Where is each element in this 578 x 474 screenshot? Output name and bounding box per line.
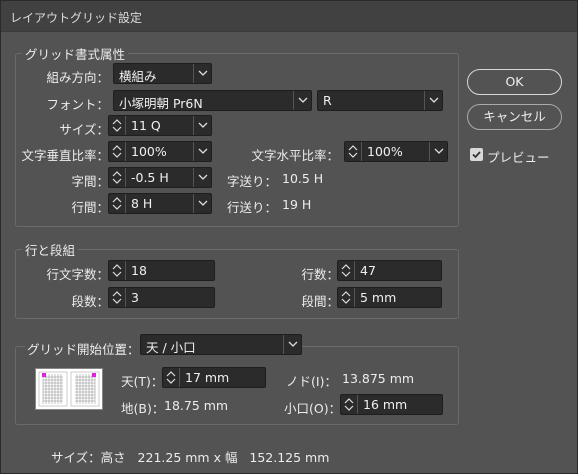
horizontal-scale-stepper[interactable]: 100%	[344, 141, 448, 162]
ok-button[interactable]: OK	[467, 69, 562, 95]
stepper-arrows-icon[interactable]	[109, 261, 126, 280]
direction-label: 組み方向：	[46, 70, 109, 85]
char-advance-label: 字送り：	[227, 174, 278, 189]
font-style-dropdown[interactable]: R	[317, 90, 443, 111]
lines-value: 47	[360, 263, 376, 278]
top-stepper[interactable]: 17 mm	[162, 367, 266, 388]
chevron-down-icon[interactable]	[429, 142, 447, 161]
size-label: サイズ：	[59, 122, 109, 137]
preview-checkbox[interactable]	[470, 148, 483, 161]
lines-columns-label: 行と段組	[22, 240, 79, 259]
vertical-scale-value: 100%	[131, 144, 167, 159]
chars-per-line-stepper[interactable]: 18	[108, 260, 215, 281]
grid-start-dropdown[interactable]: 天 / 小口	[140, 334, 302, 355]
chevron-down-icon[interactable]	[193, 168, 211, 187]
vertical-scale-label: 文字垂直比率：	[21, 148, 109, 163]
char-advance-value: 10.5 H	[282, 171, 324, 186]
gutter-side-value: 13.875 mm	[342, 371, 415, 386]
fore-edge-label: 小口(O)：	[284, 401, 342, 416]
font-label: フォント：	[46, 97, 109, 112]
lines-label: 行数：	[301, 267, 339, 282]
gutter-stepper[interactable]: 5 mm	[337, 287, 442, 308]
line-spacing-value: 8 H	[131, 196, 153, 211]
stepper-arrows-icon[interactable]	[341, 395, 358, 414]
stepper-arrows-icon[interactable]	[163, 368, 180, 387]
vertical-scale-stepper[interactable]: 100%	[108, 141, 212, 162]
top-label: 天(T)：	[121, 374, 164, 389]
size-stepper[interactable]: 11 Q	[108, 115, 212, 136]
title-bar: レイアウトグリッド設定	[1, 1, 577, 32]
font-style-value: R	[323, 93, 332, 108]
chevron-down-icon[interactable]	[193, 64, 211, 83]
fore-edge-value: 16 mm	[363, 397, 408, 412]
line-spacing-label: 行間：	[71, 200, 109, 215]
stepper-arrows-icon[interactable]	[338, 288, 355, 307]
cancel-button[interactable]: キャンセル	[467, 104, 562, 130]
stepper-arrows-icon[interactable]	[109, 168, 126, 187]
columns-label: 段数：	[71, 294, 109, 309]
stepper-arrows-icon[interactable]	[345, 142, 362, 161]
gutter-side-label: ノド(I)：	[286, 374, 337, 389]
grid-start-label: グリッド開始位置：	[25, 339, 142, 358]
chevron-down-icon[interactable]	[193, 116, 211, 135]
gutter-label: 段間：	[301, 294, 339, 309]
stepper-arrows-icon[interactable]	[109, 142, 126, 161]
bottom-label: 地(B)：	[121, 401, 165, 416]
checkmark-icon	[472, 151, 481, 159]
chevron-down-icon[interactable]	[283, 335, 301, 354]
top-value: 17 mm	[185, 370, 230, 385]
bottom-value: 18.75 mm	[164, 398, 229, 413]
gutter-value: 5 mm	[360, 290, 397, 305]
chevron-down-icon[interactable]	[193, 142, 211, 161]
horizontal-scale-value: 100%	[367, 144, 403, 159]
line-advance-value: 19 H	[282, 197, 312, 212]
stepper-arrows-icon[interactable]	[109, 194, 126, 213]
line-spacing-stepper[interactable]: 8 H	[108, 193, 212, 214]
fore-edge-stepper[interactable]: 16 mm	[340, 394, 443, 415]
chevron-down-icon[interactable]	[193, 194, 211, 213]
grid-preview-thumbnail	[35, 368, 103, 410]
preview-label[interactable]: プレビュー	[487, 147, 550, 166]
chevron-down-icon[interactable]	[424, 91, 442, 110]
direction-value: 横組み	[119, 69, 157, 84]
grid-attributes-label: グリッド書式属性	[22, 44, 129, 63]
columns-stepper[interactable]: 3	[108, 287, 215, 308]
chevron-down-icon[interactable]	[293, 91, 311, 110]
stepper-arrows-icon[interactable]	[338, 261, 355, 280]
size-summary: サイズ：高さ 221.25 mm x 幅 152.125 mm	[51, 450, 330, 465]
stepper-arrows-icon[interactable]	[109, 288, 126, 307]
char-spacing-label: 字間：	[71, 174, 109, 189]
stepper-arrows-icon[interactable]	[109, 116, 126, 135]
window-title: レイアウトグリッド設定	[10, 11, 143, 25]
font-family-value: 小塚明朝 Pr6N	[119, 96, 203, 111]
lines-stepper[interactable]: 47	[337, 260, 442, 281]
chars-per-line-value: 18	[131, 263, 147, 278]
horizontal-scale-label: 文字水平比率：	[251, 148, 339, 163]
size-value: 11 Q	[131, 118, 161, 133]
char-spacing-value: -0.5 H	[131, 170, 169, 185]
font-family-dropdown[interactable]: 小塚明朝 Pr6N	[113, 90, 312, 111]
grid-start-value: 天 / 小口	[146, 340, 196, 355]
columns-value: 3	[131, 290, 139, 305]
direction-dropdown[interactable]: 横組み	[113, 63, 212, 84]
layout-grid-dialog: レイアウトグリッド設定 グリッド書式属性 組み方向： 横組み フォント： 小塚明…	[0, 0, 578, 474]
char-spacing-stepper[interactable]: -0.5 H	[108, 167, 212, 188]
chars-per-line-label: 行文字数：	[46, 267, 109, 282]
line-advance-label: 行送り：	[227, 200, 278, 215]
